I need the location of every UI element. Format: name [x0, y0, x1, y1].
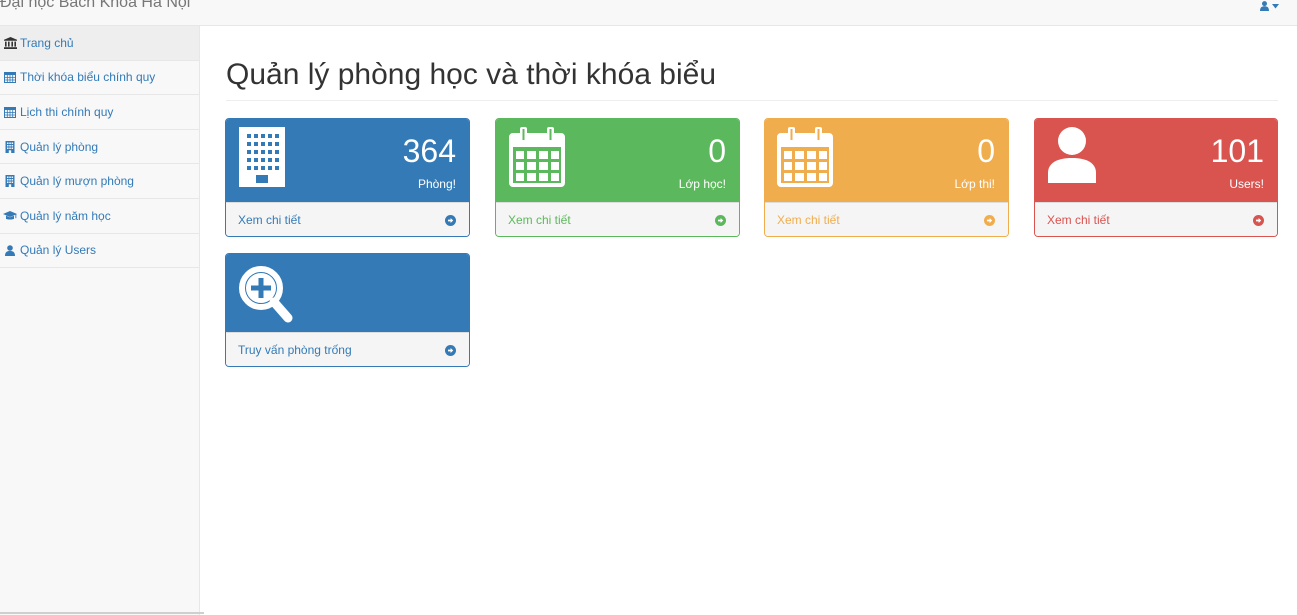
top-navbar: Đại học Bách Khoa Hà Nội — [0, 0, 1297, 26]
search-free-rooms-label: Truy vấn phòng trống — [238, 343, 352, 357]
sidebar-item-label: Trang chủ — [20, 35, 74, 50]
view-details-label: Xem chi tiết — [508, 213, 571, 227]
graduation-cap-icon — [3, 210, 17, 222]
sidebar-item-label: Quản lý Users — [20, 243, 97, 258]
arrow-circle-right-icon — [445, 344, 456, 356]
card-header: 364 Phòng! — [226, 119, 469, 202]
calendar-icon — [509, 127, 565, 187]
calendar-icon — [3, 106, 17, 118]
card-header: 101 Users! — [1035, 119, 1277, 202]
arrow-circle-right-icon — [984, 214, 995, 226]
card-search-free-rooms: Truy vấn phòng trống — [225, 253, 470, 367]
card-value: 101 — [1210, 133, 1264, 169]
sidebar-item-home[interactable]: Trang chủ — [0, 26, 199, 61]
sidebar-item-label: Lịch thi chính quy — [20, 104, 114, 119]
sidebar-item-academic-year[interactable]: Quản lý năm học — [0, 199, 199, 234]
calendar-icon — [777, 127, 833, 187]
card-value: 0 — [977, 133, 995, 169]
card-exams: 0 Lớp thi! Xem chi tiết — [764, 118, 1009, 237]
card-classes: 0 Lớp học! Xem chi tiết — [495, 118, 740, 237]
building-icon — [239, 127, 285, 187]
user-icon — [1260, 1, 1269, 11]
sidebar-item-users[interactable]: Quản lý Users — [0, 234, 199, 269]
card-caption: Phòng! — [417, 177, 456, 191]
user-icon — [1048, 127, 1096, 183]
view-details-label: Xem chi tiết — [238, 213, 301, 227]
caret-down-icon — [1272, 3, 1279, 8]
card-users: 101 Users! Xem chi tiết — [1034, 118, 1278, 237]
sidebar-item-rooms[interactable]: Quản lý phòng — [0, 130, 199, 165]
view-details-label: Xem chi tiết — [777, 213, 840, 227]
user-menu-toggle[interactable] — [1260, 0, 1279, 12]
sidebar-item-exam-schedule[interactable]: Lịch thi chính quy — [0, 95, 199, 130]
sidebar: Trang chủ Thời khóa biểu chính quy Lịch … — [0, 26, 204, 615]
sidebar-item-timetable[interactable]: Thời khóa biểu chính quy — [0, 61, 199, 96]
sidebar-item-label: Thời khóa biểu chính quy — [20, 70, 156, 85]
arrow-circle-right-icon — [1253, 214, 1264, 226]
sidebar-item-label: Quản lý năm học — [20, 208, 111, 223]
arrow-circle-right-icon — [715, 214, 726, 226]
user-icon — [3, 244, 17, 256]
card-rooms: 364 Phòng! Xem chi tiết — [225, 118, 470, 237]
brand-title[interactable]: Đại học Bách Khoa Hà Nội — [0, 0, 190, 12]
view-details-link[interactable]: Xem chi tiết — [1035, 202, 1277, 236]
institution-icon — [3, 36, 17, 49]
view-details-link[interactable]: Xem chi tiết — [226, 202, 469, 236]
sidebar-item-label: Quản lý phòng — [20, 139, 99, 154]
search-free-rooms-link[interactable]: Truy vấn phòng trống — [226, 332, 469, 366]
card-header: 0 Lớp học! — [496, 119, 739, 202]
card-header: 0 Lớp thi! — [765, 119, 1008, 202]
sidebar-item-room-borrowing[interactable]: Quản lý mượn phòng — [0, 164, 199, 199]
page-title: Quản lý phòng học và thời khóa biểu — [226, 58, 717, 91]
title-divider — [226, 100, 1278, 101]
card-caption: Lớp học! — [678, 177, 726, 191]
arrow-circle-right-icon — [445, 214, 456, 226]
search-plus-icon — [239, 266, 293, 323]
card-header — [226, 254, 469, 332]
card-value: 0 — [708, 133, 726, 169]
sidebar-item-label: Quản lý mượn phòng — [20, 174, 134, 189]
view-details-link[interactable]: Xem chi tiết — [765, 202, 1008, 236]
card-caption: Lớp thi! — [954, 177, 995, 191]
card-value: 364 — [402, 133, 456, 169]
view-details-label: Xem chi tiết — [1047, 213, 1110, 227]
sidebar-bottom-border — [0, 612, 204, 614]
card-caption: Users! — [1229, 177, 1264, 191]
view-details-link[interactable]: Xem chi tiết — [496, 202, 739, 236]
building-icon — [3, 140, 17, 153]
calendar-icon — [3, 71, 17, 84]
building-icon — [3, 175, 17, 188]
